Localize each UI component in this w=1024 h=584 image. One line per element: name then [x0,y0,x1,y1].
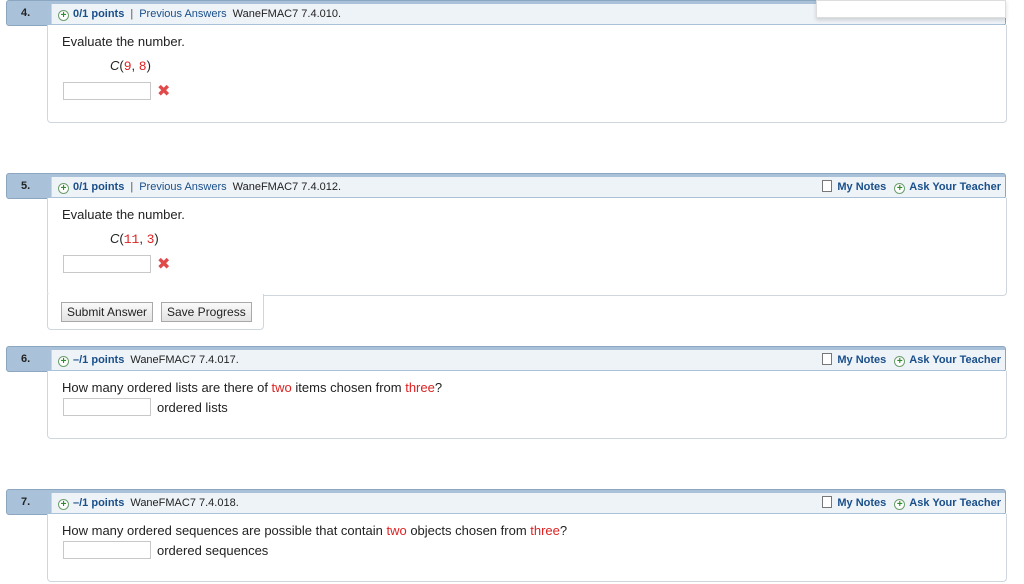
question-info-bar: + –/1 points WaneFMAC7 7.4.018. My Notes + A… [51,493,1005,513]
my-notes-link[interactable]: My Notes [837,354,886,366]
question-prompt: Evaluate the number. [62,207,185,222]
answer-buttons-panel: Submit Answer Save Progress [47,294,264,330]
x-mark-icon: ✖ [157,83,171,100]
plus-circle-icon[interactable]: + [58,499,69,510]
question-code: WaneFMAC7 7.4.012. [232,181,342,193]
ask-teacher-link[interactable]: Ask Your Teacher [909,497,1001,509]
question-number: 5. [21,180,31,192]
question-6-header: 6. + –/1 points WaneFMAC7 7.4.017. My Note… [6,346,1006,372]
plus-circle-icon: + [894,499,906,510]
note-icon [822,496,833,508]
plus-circle-icon[interactable]: + [58,183,69,194]
question-prompt: Evaluate the number. [62,34,185,49]
save-progress-button[interactable]: Save Progress [161,302,252,322]
question-tools: My Notes + Ask Your Teacher [822,350,1001,370]
combination-expression: C(9, 8) [110,58,151,74]
points-label: 0/1 points [73,8,125,20]
question-number: 4. [21,7,31,19]
my-notes-link[interactable]: My Notes [837,497,886,509]
question-number: 6. [21,353,31,365]
question-prompt: How many ordered lists are there of two … [62,380,443,395]
submit-answer-button[interactable]: Submit Answer [61,302,154,322]
question-code: WaneFMAC7 7.4.018. [130,497,239,509]
my-notes-link[interactable]: My Notes [837,181,886,193]
question-6-body: How many ordered lists are there of two … [47,371,1007,439]
question-5-body: Evaluate the number. C(11, 3) ✖ [47,198,1007,296]
separator: | [130,8,134,20]
plus-circle-icon[interactable]: + [58,10,69,21]
note-icon [822,180,833,192]
question-4-body: Evaluate the number. C(9, 8) ✖ [47,25,1007,123]
answer-unit: ordered sequences [157,543,269,558]
x-mark-icon: ✖ [157,256,171,273]
plus-circle-icon[interactable]: + [58,356,69,367]
question-7-body: How many ordered sequences are possible … [47,514,1007,582]
plus-circle-icon: + [894,356,906,367]
question-code: WaneFMAC7 7.4.017. [130,354,239,366]
answer-input[interactable] [63,398,151,416]
dropdown-popup [816,0,1006,18]
points-label: –/1 points [73,354,125,366]
points-label: 0/1 points [73,181,125,193]
separator: | [130,181,134,193]
question-5-header: 5. +0/1 points | Previous Answers WaneFMAC7… [6,173,1006,199]
previous-answers-link[interactable]: Previous Answers [139,181,226,193]
answer-input[interactable] [63,82,151,100]
answer-unit: ordered lists [157,400,228,415]
plus-circle-icon: + [894,183,906,194]
question-tools: My Notes + Ask Your Teacher [822,177,1001,197]
question-tools: My Notes + Ask Your Teacher [822,493,1001,513]
question-code: WaneFMAC7 7.4.010. [232,8,342,20]
question-number: 7. [21,496,31,508]
ask-teacher-link[interactable]: Ask Your Teacher [909,181,1001,193]
answer-input[interactable] [63,255,151,273]
points-label: –/1 points [73,497,125,509]
question-info-bar: +0/1 points | Previous Answers WaneFMAC7 7.… [51,177,1005,197]
ask-teacher-link[interactable]: Ask Your Teacher [909,354,1001,366]
previous-answers-link[interactable]: Previous Answers [139,8,226,20]
question-7-header: 7. + –/1 points WaneFMAC7 7.4.018. My Note… [6,489,1006,515]
question-prompt: How many ordered sequences are possible … [62,523,568,538]
question-info-bar: + –/1 points WaneFMAC7 7.4.017. My Notes + A… [51,350,1005,370]
note-icon [822,353,833,365]
combination-expression: C(11, 3) [110,231,159,247]
answer-input[interactable] [63,541,151,559]
